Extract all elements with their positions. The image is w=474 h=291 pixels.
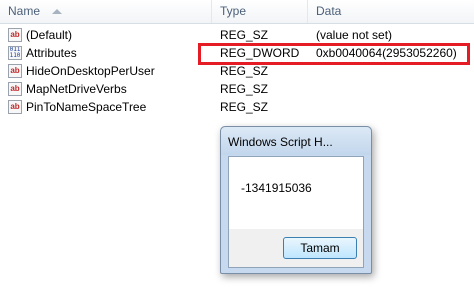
value-name: PinToNameSpaceTree xyxy=(26,100,147,114)
registry-value-row[interactable]: ab MapNetDriveVerbs REG_SZ xyxy=(0,80,474,98)
dialog-message: -1341915036 xyxy=(241,181,312,195)
column-header-type[interactable]: Type xyxy=(212,0,308,23)
string-value-icon: ab xyxy=(8,100,22,114)
string-value-icon: ab xyxy=(8,64,22,78)
value-type: REG_SZ xyxy=(220,82,269,96)
value-name: HideOnDesktopPerUser xyxy=(26,64,155,78)
value-name: Attributes xyxy=(26,46,77,60)
column-header-data[interactable]: Data xyxy=(308,0,474,23)
column-header-name[interactable]: Name xyxy=(0,0,212,23)
column-header: Name Type Data xyxy=(0,0,474,24)
value-name: MapNetDriveVerbs xyxy=(26,82,127,96)
dialog-message-area: -1341915036 xyxy=(229,157,363,229)
script-host-dialog: Windows Script H... -1341915036 Tamam xyxy=(220,126,372,274)
string-value-icon: ab xyxy=(8,82,22,96)
registry-value-row[interactable]: ab (Default) REG_SZ (value not set) xyxy=(0,26,474,44)
value-name: (Default) xyxy=(26,28,73,42)
registry-value-row[interactable]: ab PinToNameSpaceTree REG_SZ xyxy=(0,98,474,116)
ok-button[interactable]: Tamam xyxy=(283,237,357,259)
value-type: REG_SZ xyxy=(220,28,269,42)
sort-ascending-icon xyxy=(52,9,62,14)
highlight-annotation xyxy=(198,43,470,65)
binary-value-icon: 011 110 xyxy=(8,46,22,60)
registry-editor-window: Name Type Data ab (Default) REG_SZ (valu… xyxy=(0,0,474,291)
dialog-client-area: -1341915036 Tamam xyxy=(228,156,364,268)
value-data: (value not set) xyxy=(316,28,393,42)
value-type: REG_SZ xyxy=(220,100,269,114)
string-value-icon: ab xyxy=(8,28,22,42)
dialog-title[interactable]: Windows Script H... xyxy=(221,127,371,155)
